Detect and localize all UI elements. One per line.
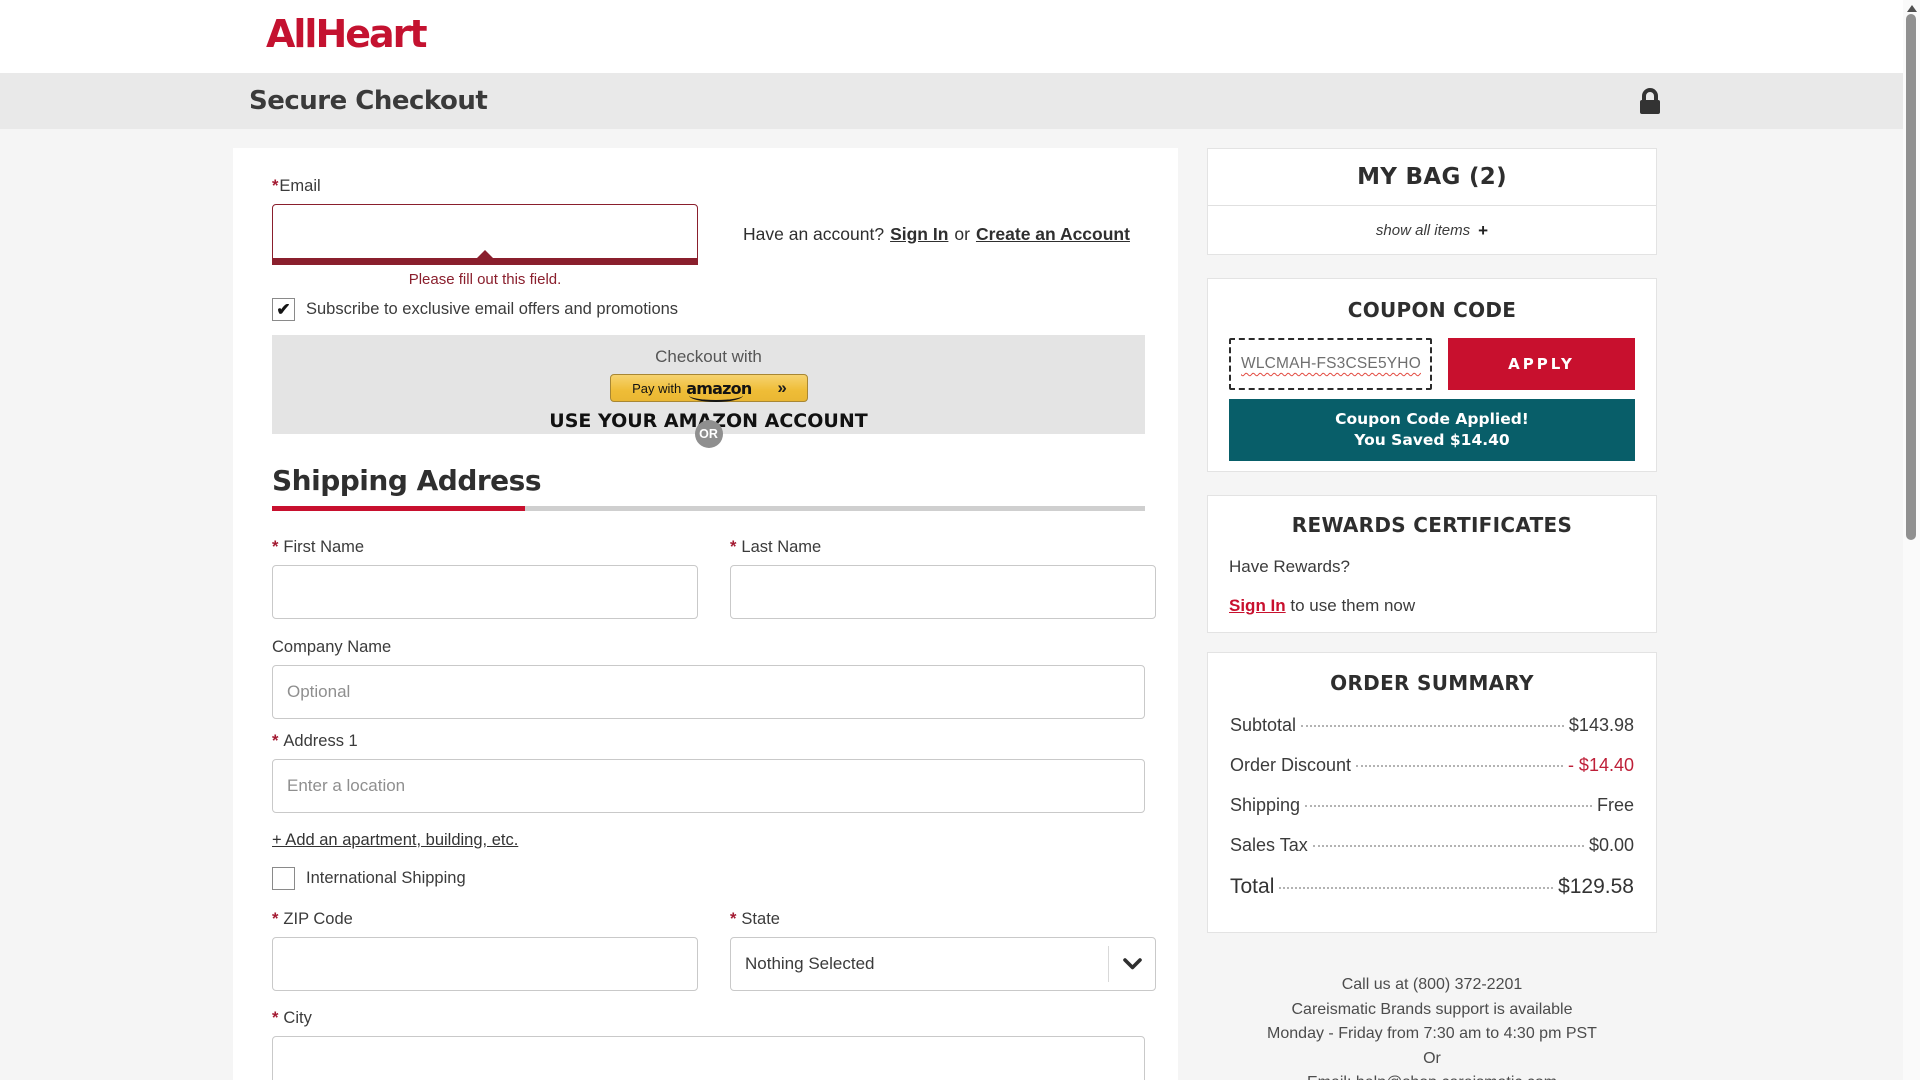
plus-icon: +	[1478, 220, 1489, 240]
support-phone: Call us at (800) 372-2201	[1341, 976, 1523, 993]
rewards-card: REWARDS CERTIFICATES Have Rewards? Sign …	[1207, 495, 1657, 633]
checkout-progress-bar	[272, 506, 1145, 511]
site-header: AllHeart	[0, 0, 1920, 73]
zip-code-input[interactable]	[272, 937, 698, 991]
coupon-title: COUPON CODE	[1347, 298, 1517, 322]
coupon-applied-banner: Coupon Code Applied! You Saved $14.40	[1229, 399, 1635, 461]
address1-label: * Address 1	[272, 732, 358, 750]
checkout-with-label: Checkout with	[655, 347, 762, 366]
shipping-address-title: Shipping Address	[272, 464, 542, 497]
or-divider: OR	[694, 420, 723, 448]
summary-row-discount: Order Discount - $14.40	[1230, 755, 1634, 775]
summary-row-total: Total $129.58	[1230, 875, 1634, 898]
order-sidebar: MY BAG (2) show all items + COUPON CODE …	[1207, 148, 1657, 1080]
required-asterisk: *	[272, 177, 279, 195]
order-summary-title: ORDER SUMMARY	[1330, 671, 1534, 695]
city-input[interactable]	[272, 1036, 1145, 1080]
sign-in-link[interactable]: Sign In	[890, 224, 948, 245]
summary-row-tax: Sales Tax $0.00	[1230, 835, 1634, 855]
email-invalid-underline	[272, 259, 698, 265]
rewards-question: Have Rewards?	[1229, 557, 1350, 576]
checkout-progress-fill	[272, 506, 526, 511]
account-prompt: Have an account? Sign In or Create an Ac…	[743, 224, 1130, 245]
page-scrollbar[interactable]	[1903, 0, 1920, 1080]
double-chevron-icon: »	[777, 378, 787, 397]
email-label: *Email	[272, 177, 321, 195]
email-error-message: Please fill out this field.	[408, 271, 562, 288]
international-shipping-checkbox[interactable]	[272, 867, 295, 890]
secure-checkout-bar: Secure Checkout	[0, 73, 1903, 129]
state-label: * State	[730, 910, 780, 928]
support-email: Email: help@shop.careismatic.com	[1207, 1071, 1657, 1080]
last-name-input[interactable]	[730, 565, 1156, 619]
first-name-label: * First Name	[272, 538, 365, 556]
pay-with-amazon-button[interactable]: Pay with amazon »	[609, 374, 808, 402]
subscribe-checkbox[interactable]	[272, 298, 295, 321]
city-label: * City	[272, 1009, 312, 1027]
create-account-link[interactable]: Create an Account	[976, 224, 1130, 245]
allheart-logo[interactable]: AllHeart	[266, 12, 428, 56]
my-bag-card: MY BAG (2) show all items +	[1207, 148, 1657, 255]
amazon-pay-section: Checkout with Pay with amazon » USE YOUR…	[272, 335, 1145, 448]
address1-input[interactable]	[272, 759, 1145, 813]
first-name-input[interactable]	[272, 565, 698, 619]
coupon-code-input[interactable]: WLCMAH-FS3CSE5YHO	[1229, 338, 1432, 390]
rewards-title: REWARDS CERTIFICATES	[1291, 513, 1573, 537]
coupon-card: COUPON CODE WLCMAH-FS3CSE5YHO APPLY Coup…	[1207, 278, 1657, 472]
support-availability: Careismatic Brands support is available	[1291, 1000, 1573, 1018]
company-name-input[interactable]	[272, 665, 1145, 719]
my-bag-title: MY BAG (2)	[1208, 149, 1656, 206]
state-select-value: Nothing Selected	[745, 954, 875, 973]
coupon-applied-line2: You Saved $14.40	[1354, 431, 1510, 449]
page-title: Secure Checkout	[249, 86, 488, 116]
amazon-logo: amazon	[686, 378, 752, 402]
support-hours: Monday - Friday from 7:30 am to 4:30 pm …	[1267, 1025, 1597, 1042]
support-or: Or	[1423, 1049, 1441, 1067]
checkout-form-panel: *Email Please fill out this field. Have …	[233, 148, 1178, 1080]
scrollbar-thumb[interactable]	[1906, 14, 1916, 540]
add-apartment-link[interactable]: + Add an apartment, building, etc.	[272, 831, 518, 850]
scroll-up-arrow-icon[interactable]	[1906, 5, 1917, 12]
show-all-items-toggle[interactable]: show all items +	[1208, 206, 1656, 255]
international-shipping-label: International Shipping	[306, 869, 466, 887]
apply-coupon-button[interactable]: APPLY	[1448, 338, 1635, 390]
subscribe-label: Subscribe to exclusive email offers and …	[306, 300, 679, 318]
summary-row-shipping: Shipping Free	[1230, 795, 1634, 815]
last-name-label: * Last Name	[730, 538, 822, 556]
company-name-label: Company Name	[272, 638, 392, 656]
coupon-applied-line1: Coupon Code Applied!	[1335, 410, 1529, 428]
rewards-sign-in-link[interactable]: Sign In	[1229, 596, 1286, 615]
order-summary-card: ORDER SUMMARY Subtotal $143.98 Order Dis…	[1207, 652, 1657, 933]
summary-row-subtotal: Subtotal $143.98	[1230, 715, 1634, 735]
rewards-signin-line: Sign In to use them now	[1229, 596, 1416, 615]
zip-code-label: * ZIP Code	[272, 910, 353, 928]
chevron-down-icon	[1109, 958, 1155, 970]
support-info: Call us at (800) 372-2201 Careismatic Br…	[1207, 973, 1657, 1080]
state-select[interactable]: Nothing Selected	[730, 937, 1156, 991]
lock-icon	[1638, 88, 1662, 115]
